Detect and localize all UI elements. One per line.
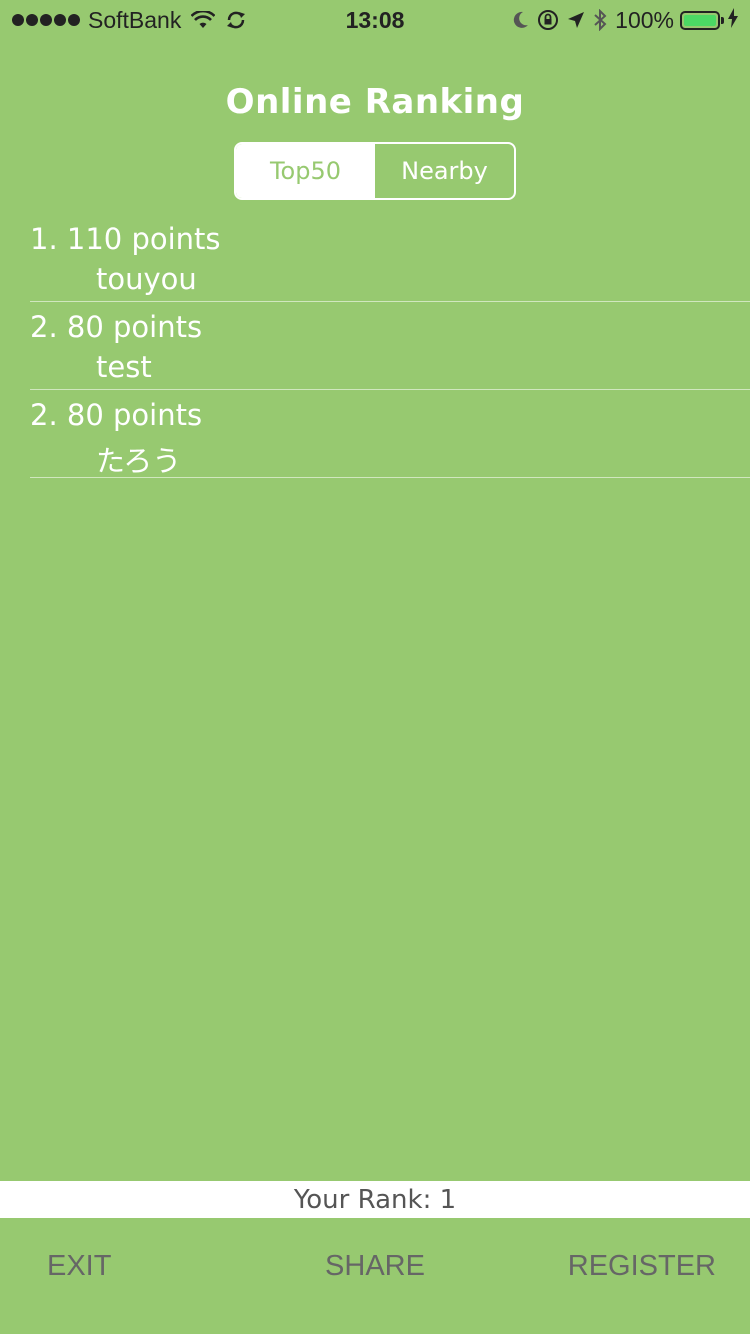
bottom-toolbar: EXIT SHARE REGISTER [0,1218,750,1334]
status-bar: SoftBank 13:08 100% [0,0,750,40]
ranking-segmented-control: Top50 Nearby [234,142,516,200]
rank-score: 1. 110 points [30,222,221,256]
status-bar-right: 100% [511,7,738,33]
your-rank-text: Your Rank: 1 [293,1184,457,1215]
segment-nearby[interactable]: Nearby [375,144,514,198]
rank-score: 2. 80 points [30,398,203,432]
moon-icon [511,10,529,30]
list-item[interactable]: 2. 80 points test [30,302,750,390]
rank-player-name: touyou [96,262,197,296]
rank-player-name: たろう [96,444,182,478]
rotation-lock-icon [537,9,559,31]
charging-bolt-icon [728,7,738,34]
page-title: Online Ranking [225,82,525,122]
segment-top50[interactable]: Top50 [236,144,375,198]
rank-player-name: test [96,350,152,384]
your-rank-bar: Your Rank: 1 [0,1181,750,1218]
battery-icon [680,10,724,30]
rank-score: 2. 80 points [30,310,203,344]
battery-percent: 100% [615,6,674,33]
register-button[interactable]: REGISTER [568,1250,716,1283]
bluetooth-icon [593,9,607,31]
list-item[interactable]: 1. 110 points touyou [30,214,750,302]
ranking-list: 1. 110 points touyou 2. 80 points test 2… [30,214,750,478]
location-arrow-icon [567,11,585,29]
list-item[interactable]: 2. 80 points たろう [30,390,750,478]
